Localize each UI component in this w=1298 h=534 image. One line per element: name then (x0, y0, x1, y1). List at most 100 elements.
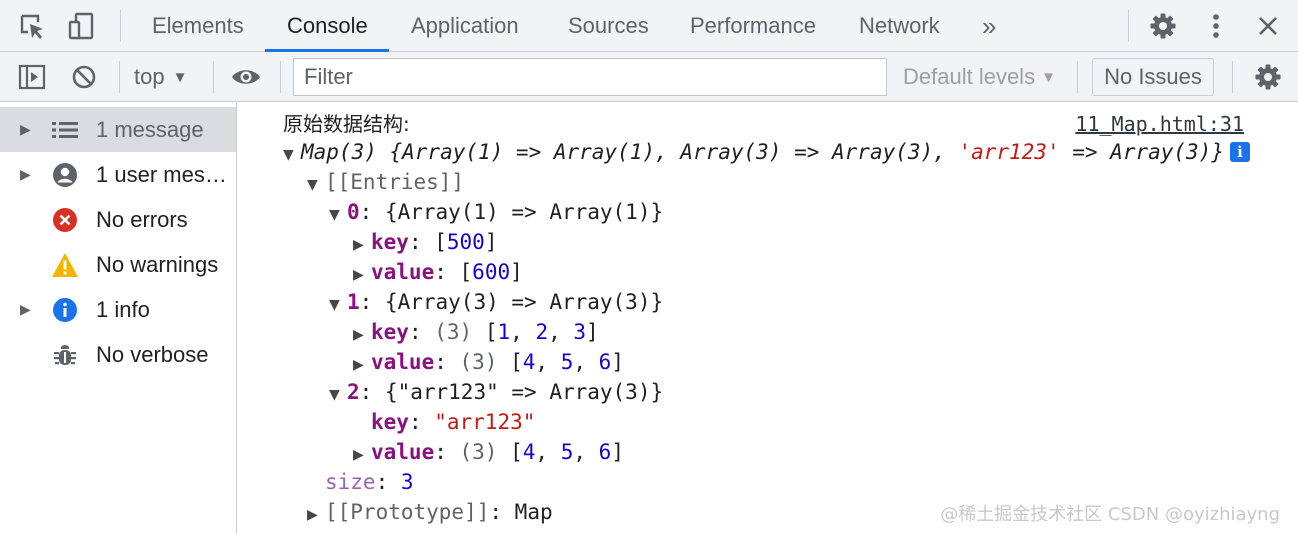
dropdown-arrow-icon: ▼ (1041, 69, 1056, 86)
collapse-arrow-icon[interactable]: ▼ (329, 290, 347, 320)
entry-value-row[interactable]: ▶ value: [600] (353, 257, 523, 287)
map-summary: Map(3) {Array(1) => Array(1), Array(3) =… (301, 140, 959, 164)
map-summary-string-key: 'arr123' (958, 140, 1060, 164)
expand-arrow-icon[interactable]: ▶ (353, 320, 371, 350)
sidebar-item-label: 1 message (96, 116, 204, 142)
map-summary-end: => Array(3)} (1059, 140, 1224, 164)
sidebar-item-label: No warnings (96, 251, 219, 277)
expand-arrow-icon[interactable]: ▶ (353, 230, 371, 260)
expand-arrow-icon[interactable]: ▶ (20, 166, 42, 183)
entry-key-row[interactable]: ▶ key: [500] (353, 227, 497, 257)
prototype-row[interactable]: ▶ [[Prototype]]: Map (307, 497, 553, 527)
inspect-element-icon[interactable] (16, 10, 48, 42)
issues-button[interactable]: No Issues (1092, 58, 1214, 96)
expand-arrow-icon[interactable]: ▶ (353, 350, 371, 380)
expand-arrow-icon[interactable]: ▶ (353, 260, 371, 290)
tab-sources[interactable]: Sources (546, 0, 671, 52)
live-expression-eye-icon[interactable] (230, 61, 262, 93)
tab-elements[interactable]: Elements (130, 0, 266, 52)
entry-row[interactable]: ▼ 2: {"arr123" => Array(3)} (329, 377, 663, 407)
entry-value-row[interactable]: ▶ value: (3) [4, 5, 6] (353, 347, 624, 377)
entry-key-label: key (371, 320, 409, 344)
collapse-arrow-icon[interactable]: ▼ (307, 170, 325, 200)
entry-row[interactable]: ▼ 1: {Array(3) => Array(3)} (329, 287, 663, 317)
entry-row[interactable]: ▼ 0: {Array(1) => Array(1)} (329, 197, 663, 227)
sidebar-item-info[interactable]: ▶ 1 info (0, 287, 236, 332)
log-levels-dropdown[interactable]: Default levels ▼ (903, 63, 1056, 91)
toolbar-separator (1232, 61, 1233, 93)
size-row: size: 3 (325, 470, 414, 494)
expand-arrow-icon[interactable]: ▶ (307, 500, 325, 530)
more-options-icon[interactable] (1200, 10, 1232, 42)
prototype-value: Map (514, 500, 553, 524)
sidebar-item-label: 1 user mess… (96, 161, 236, 187)
entries-label: [[Entries]] (325, 170, 465, 194)
log-levels-label: Default levels (903, 64, 1036, 89)
entry-key-count: (3) (434, 320, 473, 344)
watermark: @稀土掘金技术社区 CSDN @oyizhiayng (940, 504, 1280, 525)
entry-key-value: "arr123" (434, 410, 536, 434)
source-link[interactable]: 11_Map.html:31 (1075, 112, 1244, 136)
context-selector-value: top (134, 64, 165, 89)
sidebar-item-label: 1 info (96, 296, 150, 322)
entry-value-value: [4, 5, 6] (510, 350, 624, 374)
console-toolbar: top ▼ Default levels ▼ No Issues (0, 52, 1298, 102)
entry-key-label: key (371, 410, 409, 434)
entry-value-count: (3) (459, 440, 498, 464)
list-icon (50, 115, 80, 145)
entry-key-label: key (371, 230, 409, 254)
size-label: size (325, 470, 376, 494)
map-object-row[interactable]: ▼ Map(3) {Array(1) => Array(1), Array(3) … (283, 137, 1250, 167)
sidebar-item-errors[interactable]: No errors (0, 197, 236, 242)
tab-separator (120, 10, 121, 42)
tab-application[interactable]: Application (389, 0, 541, 52)
tab-separator (1128, 10, 1129, 42)
dropdown-arrow-icon: ▼ (172, 69, 188, 86)
entry-index: 1 (347, 290, 360, 314)
close-icon[interactable] (1252, 10, 1284, 42)
collapse-arrow-icon[interactable]: ▼ (329, 380, 347, 410)
expand-arrow-icon[interactable]: ▶ (20, 301, 42, 318)
expand-arrow-icon[interactable]: ▶ (20, 121, 42, 138)
more-tabs-button[interactable]: » (960, 0, 1018, 52)
info-icon (50, 295, 80, 325)
entry-key-row[interactable]: ▶ key: (3) [1, 2, 3] (353, 317, 599, 347)
console-sidebar: ▶ 1 message ▶ 1 user mess… No errors No … (0, 103, 237, 534)
entry-summary: {Array(3) => Array(3)} (384, 290, 664, 314)
tab-console[interactable]: Console (265, 0, 389, 52)
toolbar-separator (119, 61, 120, 93)
entry-value-row[interactable]: ▶ value: (3) [4, 5, 6] (353, 437, 624, 467)
toolbar-separator (213, 61, 214, 93)
devtools-tab-bar: Elements Console Application Sources Per… (0, 0, 1298, 52)
entry-summary: {Array(1) => Array(1)} (384, 200, 664, 224)
tab-network[interactable]: Network (837, 0, 962, 52)
settings-gear-icon[interactable] (1147, 10, 1179, 42)
info-badge-icon[interactable]: i (1229, 142, 1250, 162)
clear-console-icon[interactable] (68, 61, 100, 93)
expand-arrow-icon[interactable]: ▶ (353, 440, 371, 470)
sidebar-item-verbose[interactable]: No verbose (0, 332, 236, 377)
device-toolbar-icon[interactable] (66, 10, 98, 42)
collapse-arrow-icon[interactable]: ▼ (329, 200, 347, 230)
sidebar-item-messages[interactable]: ▶ 1 message (0, 107, 236, 152)
show-sidebar-icon[interactable] (16, 61, 48, 93)
sidebar-item-label: No errors (96, 206, 188, 232)
entry-value-value: [4, 5, 6] (510, 440, 624, 464)
toolbar-separator (1077, 61, 1078, 93)
entry-key-value: [1, 2, 3] (484, 320, 599, 344)
entry-value-count: (3) (459, 350, 498, 374)
entry-index: 0 (347, 200, 360, 224)
entry-key-value: [500] (434, 230, 498, 254)
sidebar-item-label: No verbose (96, 341, 209, 367)
console-output: 11_Map.html:31 原始数据结构: ▼ Map(3) {Array(1)… (237, 103, 1298, 534)
error-icon (50, 205, 80, 235)
entries-row[interactable]: ▼ [[Entries]] (307, 167, 464, 197)
sidebar-item-user-messages[interactable]: ▶ 1 user mess… (0, 152, 236, 197)
context-selector[interactable]: top ▼ (134, 63, 187, 91)
sidebar-item-warnings[interactable]: No warnings (0, 242, 236, 287)
console-settings-gear-icon[interactable] (1252, 61, 1284, 93)
entry-value-label: value (371, 350, 435, 374)
tab-performance[interactable]: Performance (668, 0, 838, 52)
collapse-arrow-icon[interactable]: ▼ (283, 140, 301, 170)
filter-input[interactable] (293, 58, 887, 96)
